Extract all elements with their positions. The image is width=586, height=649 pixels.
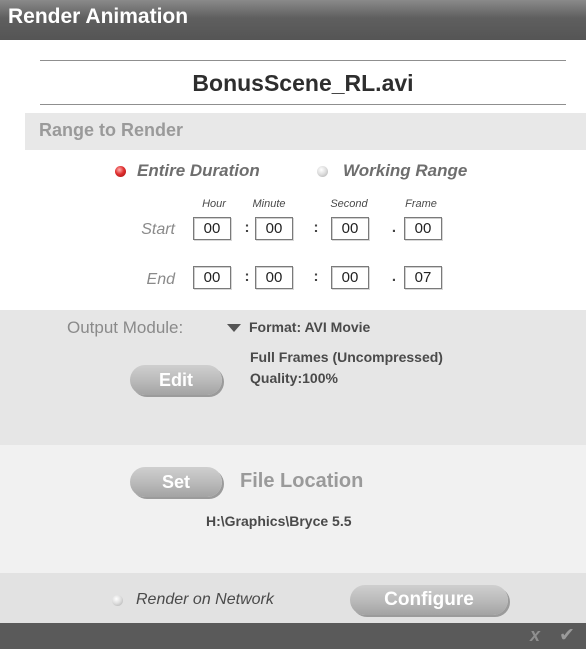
time-separator: :	[313, 219, 319, 236]
dropdown-triangle-icon	[227, 324, 241, 332]
time-separator: :	[244, 219, 250, 236]
ok-check-icon[interactable]: ✔	[559, 624, 575, 647]
radio-unselected-icon	[112, 595, 123, 606]
render-on-network-toggle[interactable]: Render on Network	[110, 589, 320, 613]
radio-entire-duration-label: Entire Duration	[137, 161, 260, 180]
start-minute-field[interactable]: 00	[255, 217, 293, 240]
range-section-header: Range to Render	[25, 113, 586, 150]
radio-selected-icon	[115, 166, 126, 177]
file-location-path: H:\Graphics\Bryce 5.5	[206, 513, 352, 529]
radio-entire-duration[interactable]: Entire Duration	[113, 160, 293, 184]
output-module-label: Output Module:	[67, 318, 184, 337]
filename-top-divider	[40, 60, 566, 61]
file-location-section	[0, 445, 586, 573]
render-on-network-label: Render on Network	[136, 591, 274, 608]
window-title: Render Animation	[8, 5, 189, 28]
time-separator: :	[313, 268, 319, 285]
start-label: Start	[141, 221, 175, 238]
frame-separator: .	[391, 268, 397, 285]
file-location-title: File Location	[240, 470, 364, 492]
output-format-dropdown[interactable]: Format: AVI Movie	[227, 318, 427, 340]
end-frame-field[interactable]: 07	[404, 266, 442, 289]
column-header-second: Second	[330, 198, 368, 210]
end-hour-field[interactable]: 00	[193, 266, 231, 289]
title-bar: Render Animation	[0, 0, 586, 40]
end-minute-field[interactable]: 00	[255, 266, 293, 289]
time-separator: :	[244, 268, 250, 285]
output-format-value: Format: AVI Movie	[249, 319, 371, 335]
column-header-hour: Hour	[202, 198, 226, 210]
column-header-minute: Minute	[252, 198, 286, 210]
frame-separator: .	[391, 219, 397, 236]
cancel-icon[interactable]: x	[530, 625, 540, 646]
end-label: End	[146, 271, 175, 288]
range-header-label: Range to Render	[39, 120, 184, 140]
column-header-frame: Frame	[405, 198, 437, 210]
end-second-field[interactable]: 00	[331, 266, 369, 289]
filename-bottom-divider	[40, 104, 566, 105]
output-details-line2: Quality:100%	[250, 370, 338, 386]
radio-working-range-label: Working Range	[343, 161, 468, 180]
radio-unselected-icon	[317, 166, 328, 177]
edit-button[interactable]: Edit	[130, 365, 222, 395]
bottom-bar	[0, 623, 586, 649]
start-frame-field[interactable]: 00	[404, 217, 442, 240]
start-second-field[interactable]: 00	[331, 217, 369, 240]
output-details-line1: Full Frames (Uncompressed)	[250, 349, 443, 365]
configure-button[interactable]: Configure	[350, 585, 508, 615]
output-filename[interactable]: BonusScene_RL.avi	[40, 70, 566, 97]
set-location-button[interactable]: Set	[130, 467, 222, 497]
start-hour-field[interactable]: 00	[193, 217, 231, 240]
radio-working-range[interactable]: Working Range	[315, 160, 505, 184]
